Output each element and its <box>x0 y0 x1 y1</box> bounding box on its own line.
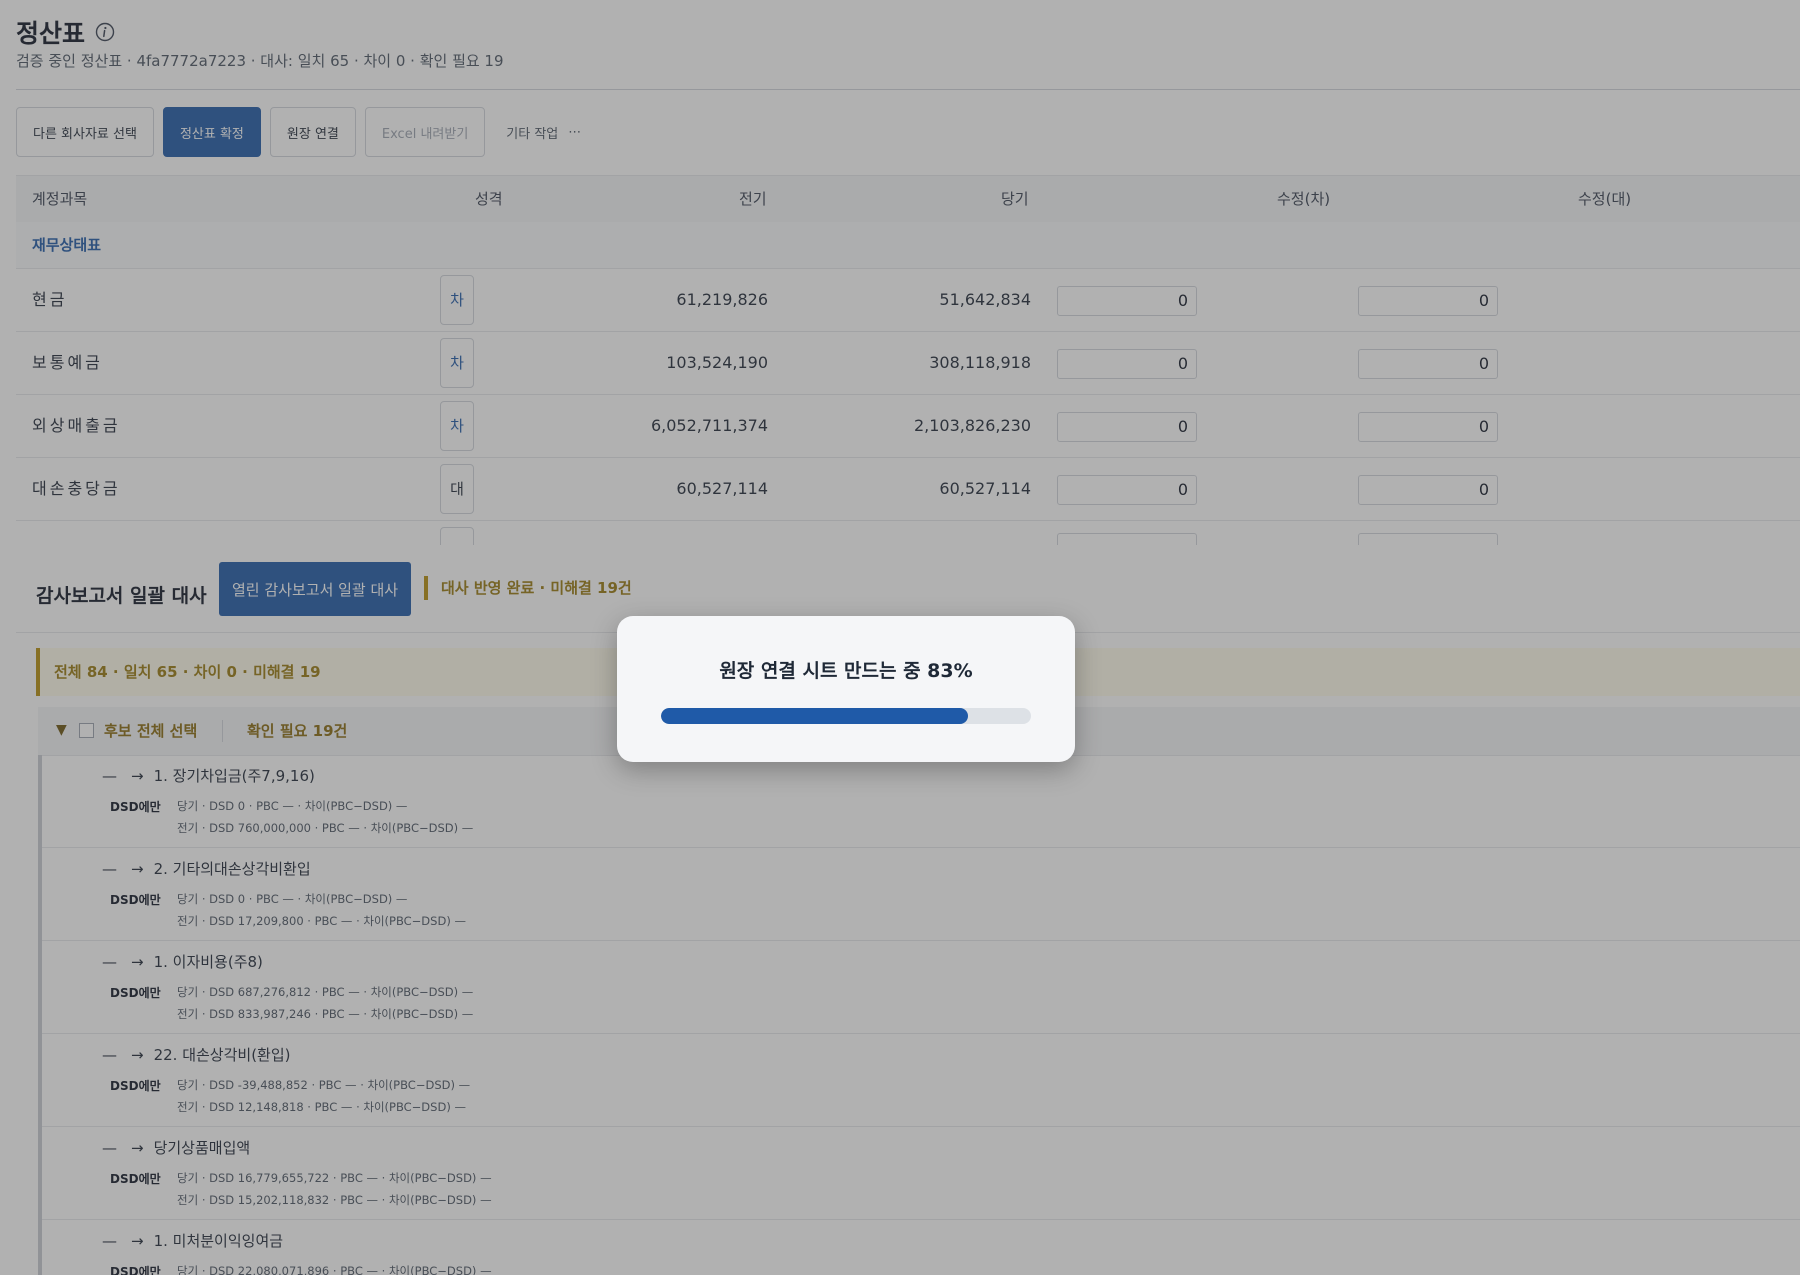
progress-dialog: 원장 연결 시트 만드는 중 83% <box>617 616 1075 762</box>
progress-bar <box>661 708 1031 724</box>
modal-backdrop: 원장 연결 시트 만드는 중 83% <box>0 0 1800 1275</box>
progress-fill <box>661 708 969 724</box>
progress-message: 원장 연결 시트 만드는 중 83% <box>719 660 973 682</box>
